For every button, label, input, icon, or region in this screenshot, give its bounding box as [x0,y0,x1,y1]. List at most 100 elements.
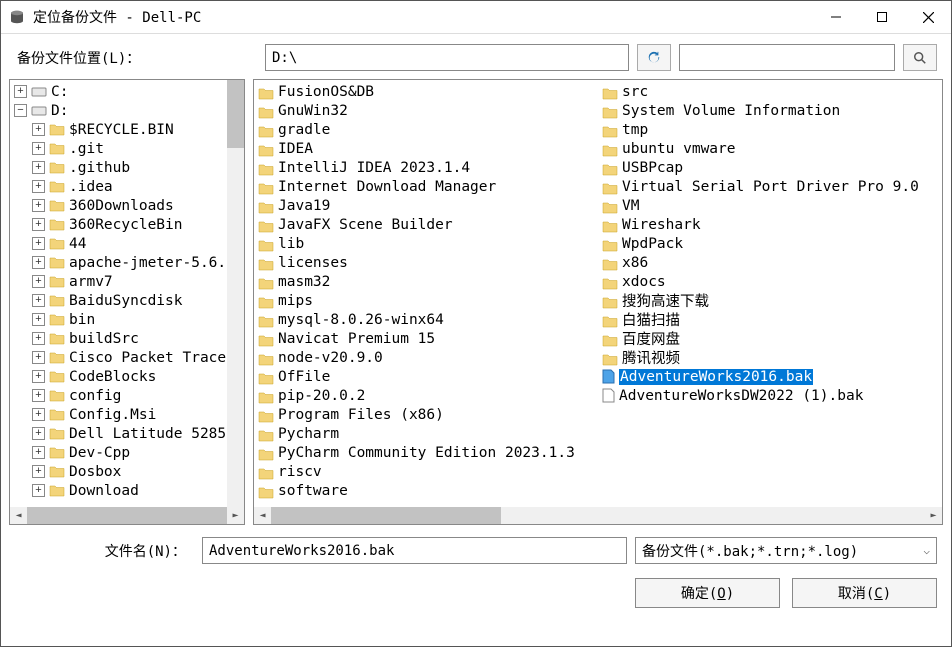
list-item[interactable]: lib [254,234,598,253]
list-item-file[interactable]: AdventureWorksDW2022 (1).bak [598,386,942,405]
list-item[interactable]: node-v20.9.0 [254,348,598,367]
expand-icon[interactable]: + [32,237,45,250]
tree-item[interactable]: +Config.Msi [10,405,244,424]
list-item[interactable]: OfFile [254,367,598,386]
expand-icon[interactable]: + [32,313,45,326]
list-item[interactable]: USBPcap [598,158,942,177]
list-item[interactable]: Navicat Premium 15 [254,329,598,348]
tree-item[interactable]: +Cisco Packet Trace [10,348,244,367]
list-item[interactable]: Program Files (x86) [254,405,598,424]
scroll-right-icon[interactable]: ► [925,507,942,524]
list-item[interactable]: software [254,481,598,500]
expand-icon[interactable]: + [32,199,45,212]
file-list[interactable]: FusionOS&DBGnuWin32gradleIDEAIntelliJ ID… [254,80,942,507]
tree-item[interactable]: +buildSrc [10,329,244,348]
maximize-button[interactable] [859,1,905,33]
expand-icon[interactable]: + [32,294,45,307]
tree-vscrollbar[interactable] [227,80,244,507]
tree-hscrollbar[interactable]: ◄ ► [10,507,244,524]
folder-tree[interactable]: + C: − D: +$RECYCLE.BIN+.git+.github+.id… [10,80,244,507]
list-item[interactable]: GnuWin32 [254,101,598,120]
expand-icon[interactable]: + [32,332,45,345]
list-item[interactable]: tmp [598,120,942,139]
list-item[interactable]: System Volume Information [598,101,942,120]
filename-input[interactable] [202,537,627,564]
search-input[interactable] [679,44,895,71]
file-type-filter[interactable]: 备份文件(*.bak;*.trn;*.log) ⌵ [635,537,937,564]
tree-item[interactable]: +Dev-Cpp [10,443,244,462]
close-button[interactable] [905,1,951,33]
tree-item[interactable]: +Dell Latitude 5285 [10,424,244,443]
refresh-button[interactable] [637,44,671,71]
expand-icon[interactable]: + [32,370,45,383]
list-item-file[interactable]: AdventureWorks2016.bak [598,367,942,386]
tree-item[interactable]: +BaiduSyncdisk [10,291,244,310]
tree-item[interactable]: +apache-jmeter-5.6. [10,253,244,272]
expand-icon[interactable]: + [32,427,45,440]
list-item[interactable]: x86 [598,253,942,272]
list-item[interactable]: Virtual Serial Port Driver Pro 9.0 [598,177,942,196]
expand-icon[interactable]: + [32,408,45,421]
expand-icon[interactable]: + [32,465,45,478]
tree-item-drive-d[interactable]: − D: [10,101,244,120]
list-item[interactable]: 百度网盘 [598,329,942,348]
expand-icon[interactable]: + [32,351,45,364]
list-item[interactable]: Internet Download Manager [254,177,598,196]
list-item[interactable]: Wireshark [598,215,942,234]
tree-item[interactable]: +Download [10,481,244,500]
expand-icon[interactable]: + [32,275,45,288]
scroll-left-icon[interactable]: ◄ [10,507,27,524]
tree-item[interactable]: +.git [10,139,244,158]
expand-icon[interactable]: + [32,389,45,402]
tree-item[interactable]: +44 [10,234,244,253]
list-item[interactable]: FusionOS&DB [254,82,598,101]
scroll-right-icon[interactable]: ► [227,507,244,524]
location-input[interactable] [265,44,629,71]
minimize-button[interactable] [813,1,859,33]
tree-item[interactable]: +.idea [10,177,244,196]
tree-item[interactable]: +bin [10,310,244,329]
tree-item-drive-c[interactable]: + C: [10,82,244,101]
tree-item[interactable]: +$RECYCLE.BIN [10,120,244,139]
tree-item[interactable]: +config [10,386,244,405]
list-item[interactable]: VM [598,196,942,215]
cancel-button[interactable]: 取消(C) [792,578,937,608]
list-item[interactable]: ubuntu vmware [598,139,942,158]
list-item[interactable]: 白猫扫描 [598,310,942,329]
ok-button[interactable]: 确定(O) [635,578,780,608]
list-item[interactable]: gradle [254,120,598,139]
list-item[interactable]: riscv [254,462,598,481]
list-hscrollbar[interactable]: ◄ ► [254,507,942,524]
expand-icon[interactable]: + [32,218,45,231]
list-item[interactable]: 搜狗高速下载 [598,291,942,310]
list-item[interactable]: xdocs [598,272,942,291]
list-item[interactable]: IntelliJ IDEA 2023.1.4 [254,158,598,177]
expand-icon[interactable]: + [32,161,45,174]
list-item[interactable]: licenses [254,253,598,272]
expand-icon[interactable]: + [32,446,45,459]
tree-item[interactable]: +.github [10,158,244,177]
list-item[interactable]: pip-20.0.2 [254,386,598,405]
list-item[interactable]: WpdPack [598,234,942,253]
tree-item[interactable]: +armv7 [10,272,244,291]
list-item[interactable]: mysql-8.0.26-winx64 [254,310,598,329]
expand-icon[interactable]: + [32,256,45,269]
expand-icon[interactable]: + [32,142,45,155]
tree-item[interactable]: +360Downloads [10,196,244,215]
list-item[interactable]: mips [254,291,598,310]
list-item[interactable]: 腾讯视频 [598,348,942,367]
list-item[interactable]: masm32 [254,272,598,291]
list-item[interactable]: Pycharm [254,424,598,443]
list-item[interactable]: JavaFX Scene Builder [254,215,598,234]
list-item[interactable]: PyCharm Community Edition 2023.1.3 [254,443,598,462]
collapse-icon[interactable]: − [14,104,27,117]
list-item[interactable]: IDEA [254,139,598,158]
scroll-left-icon[interactable]: ◄ [254,507,271,524]
tree-item[interactable]: +360RecycleBin [10,215,244,234]
expand-icon[interactable]: + [32,180,45,193]
list-item[interactable]: src [598,82,942,101]
list-item[interactable]: Java19 [254,196,598,215]
expand-icon[interactable]: + [32,484,45,497]
tree-item[interactable]: +Dosbox [10,462,244,481]
search-button[interactable] [903,44,937,71]
